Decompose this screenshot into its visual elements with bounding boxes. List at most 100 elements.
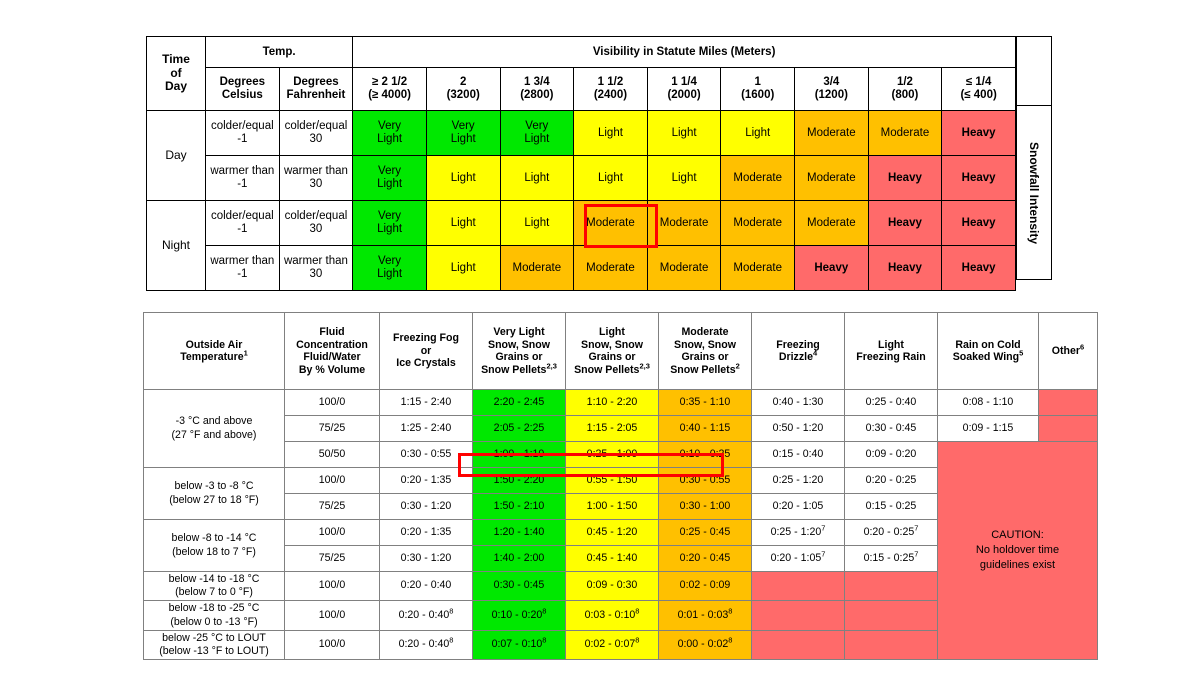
freezing-fog-cell: 0:20 - 0:408 [379,600,473,631]
footnote-marker: 6 [1080,342,1085,352]
time-of-day-cell: Day [146,110,206,201]
celsius-cell: warmer than -1 [205,155,280,201]
freezing-drizzle-cell: 0:20 - 1:05 [751,493,845,520]
snowfall-header-row-units: Degrees Celsius Degrees Fahrenheit ≥ 2 1/2 (≥… [147,67,1016,111]
intensity-cell: Heavy [867,245,943,291]
footnote-marker: 8 [635,606,640,616]
freezing-fog-cell: 0:30 - 0:55 [379,441,473,468]
footnote-marker: 2,3 [639,360,650,370]
moderate-snow-cell: 0:25 - 0:45 [658,519,752,546]
header-visibility-col-6: 3/4 (1200) [794,67,869,111]
header-light-freezing-rain: Light Freezing Rain [844,312,938,390]
footnote-marker: 5 [1019,348,1024,358]
fluid-concentration-cell: 100/0 [284,467,380,494]
header-moderate-snow: Moderate Snow, Snow Grains or Snow Pellets2 [658,312,752,390]
light-snow-cell: 0:55 - 1:50 [565,467,659,494]
header-light-snow: Light Snow, Snow Grains or Snow Pellets2,3 [565,312,659,390]
header-visibility-col-5: 1 (1600) [720,67,795,111]
footnote-marker: 8 [542,635,547,645]
intensity-cell: Light [646,155,722,201]
very-light-snow-cell: 2:05 - 2:25 [472,415,566,442]
header-fluid-concentration: Fluid Concentration Fluid/Water By % Volume [284,312,380,390]
freezing-drizzle-cell: 0:25 - 1:207 [751,519,845,546]
intensity-cell: Heavy [867,155,943,201]
header-visibility-col-3: 1 1/2 (2400) [573,67,648,111]
snowfall-data-row: Night colder/equal -1 colder/equal 30 Very Lig… [146,200,1016,291]
moderate-snow-cell: 0:10 - 0:25 [658,441,752,468]
intensity-cell: Moderate [573,200,648,246]
light-snow-cell: 0:03 - 0:108 [565,600,659,631]
snowfall-intensity-label-text: Snowfall Intensity [1027,141,1041,244]
header-visibility-col-4: 1 1/4 (2000) [646,67,722,111]
intensity-cell: Light [425,155,501,201]
time-of-day-cell: Night [146,200,206,291]
celsius-cell: warmer than -1 [205,245,280,291]
fahrenheit-cell: warmer than 30 [278,155,354,201]
footnote-marker: 8 [728,635,733,645]
footnote-marker: 8 [542,606,547,616]
header-time-of-day: Time of Day [146,36,206,111]
very-light-snow-cell: 1:40 - 2:00 [472,545,566,572]
fahrenheit-cell: colder/equal 30 [278,110,354,156]
rain-on-cold-soaked-wing-cell: 0:09 - 1:15 [937,415,1039,442]
moderate-snow-cell: 0:20 - 0:45 [658,545,752,572]
footnote-marker: 2 [735,360,740,370]
screenshot-root: Time of Day Temp. Visibility in Statute Mile… [0,0,1200,675]
fluid-concentration-cell: 100/0 [284,629,380,661]
light-snow-cell: 1:00 - 1:50 [565,493,659,520]
header-visibility-col-2: 1 3/4 (2800) [499,67,575,111]
light-freezing-rain-cell: 0:20 - 0:25 [844,467,938,494]
light-snow-cell: 0:25 - 1:00 [565,441,659,468]
light-freezing-rain-cell [844,570,938,602]
intensity-cell: Moderate [794,110,869,156]
other-cell [1038,389,1098,416]
footnote-marker: 8 [449,635,454,645]
freezing-drizzle-cell: 0:15 - 0:40 [751,441,845,468]
fluid-concentration-cell: 50/50 [284,441,380,468]
intensity-cell: Light [499,155,575,201]
fahrenheit-cell: warmer than 30 [278,245,354,291]
very-light-snow-cell: 0:07 - 0:108 [472,629,566,661]
intensity-cell: Moderate [646,245,722,291]
fluid-concentration-cell: 75/25 [284,493,380,520]
freezing-drizzle-cell [751,570,845,602]
freezing-drizzle-cell: 0:20 - 1:057 [751,545,845,572]
very-light-snow-cell: 1:00 - 1:10 [472,441,566,468]
header-very-light-snow: Very Light Snow, Snow Grains or Snow Pellet… [472,312,566,390]
very-light-snow-cell: 0:10 - 0:208 [472,600,566,631]
header-visibility-col-1: 2 (3200) [425,67,501,111]
moderate-snow-cell: 0:35 - 1:10 [658,389,752,416]
footnote-marker: 7 [821,549,826,559]
very-light-snow-cell: 1:50 - 2:10 [472,493,566,520]
intensity-cell: Very Light [352,245,427,291]
header-degrees-celsius: Degrees Celsius [205,67,280,111]
header-other: Other6 [1038,312,1098,390]
footnote-marker: 8 [635,635,640,645]
intensity-cell: Moderate [720,155,795,201]
intensity-cell: Very Light [499,110,575,156]
light-snow-cell: 0:45 - 1:40 [565,545,659,572]
light-freezing-rain-cell [844,629,938,661]
intensity-cell: Moderate [499,245,575,291]
moderate-snow-cell: 0:00 - 0:028 [658,629,752,661]
intensity-cell: Light [720,110,795,156]
snowfall-data-row: warmer than -1 warmer than 30 Very Light Light… [147,155,1016,201]
header-temp-group: Temp. [204,36,354,68]
intensity-cell: Moderate [867,110,943,156]
intensity-cell: Very Light [352,110,427,156]
outside-air-temperature-cell: below -8 to -14 °C (below 18 to 7 °F) [143,519,285,572]
celsius-cell: colder/equal -1 [205,200,280,246]
header-visibility-col-8: ≤ 1/4 (≤ 400) [941,67,1016,111]
moderate-snow-cell: 0:30 - 0:55 [658,467,752,494]
fluid-concentration-cell: 75/25 [284,545,380,572]
intensity-cell: Heavy [941,155,1016,201]
header-freezing-fog: Freezing Fog or Ice Crystals [379,312,473,390]
light-freezing-rain-cell: 0:09 - 0:20 [844,441,938,468]
intensity-cell: Moderate [720,245,795,291]
header-degrees-fahrenheit: Degrees Fahrenheit [278,67,354,111]
light-freezing-rain-cell: 0:15 - 0:257 [844,545,938,572]
fluid-concentration-cell: 75/25 [284,415,380,442]
snowfall-intensity-label: Snowfall Intensity [1017,106,1051,280]
freezing-drizzle-cell [751,629,845,661]
moderate-snow-cell: 0:30 - 1:00 [658,493,752,520]
